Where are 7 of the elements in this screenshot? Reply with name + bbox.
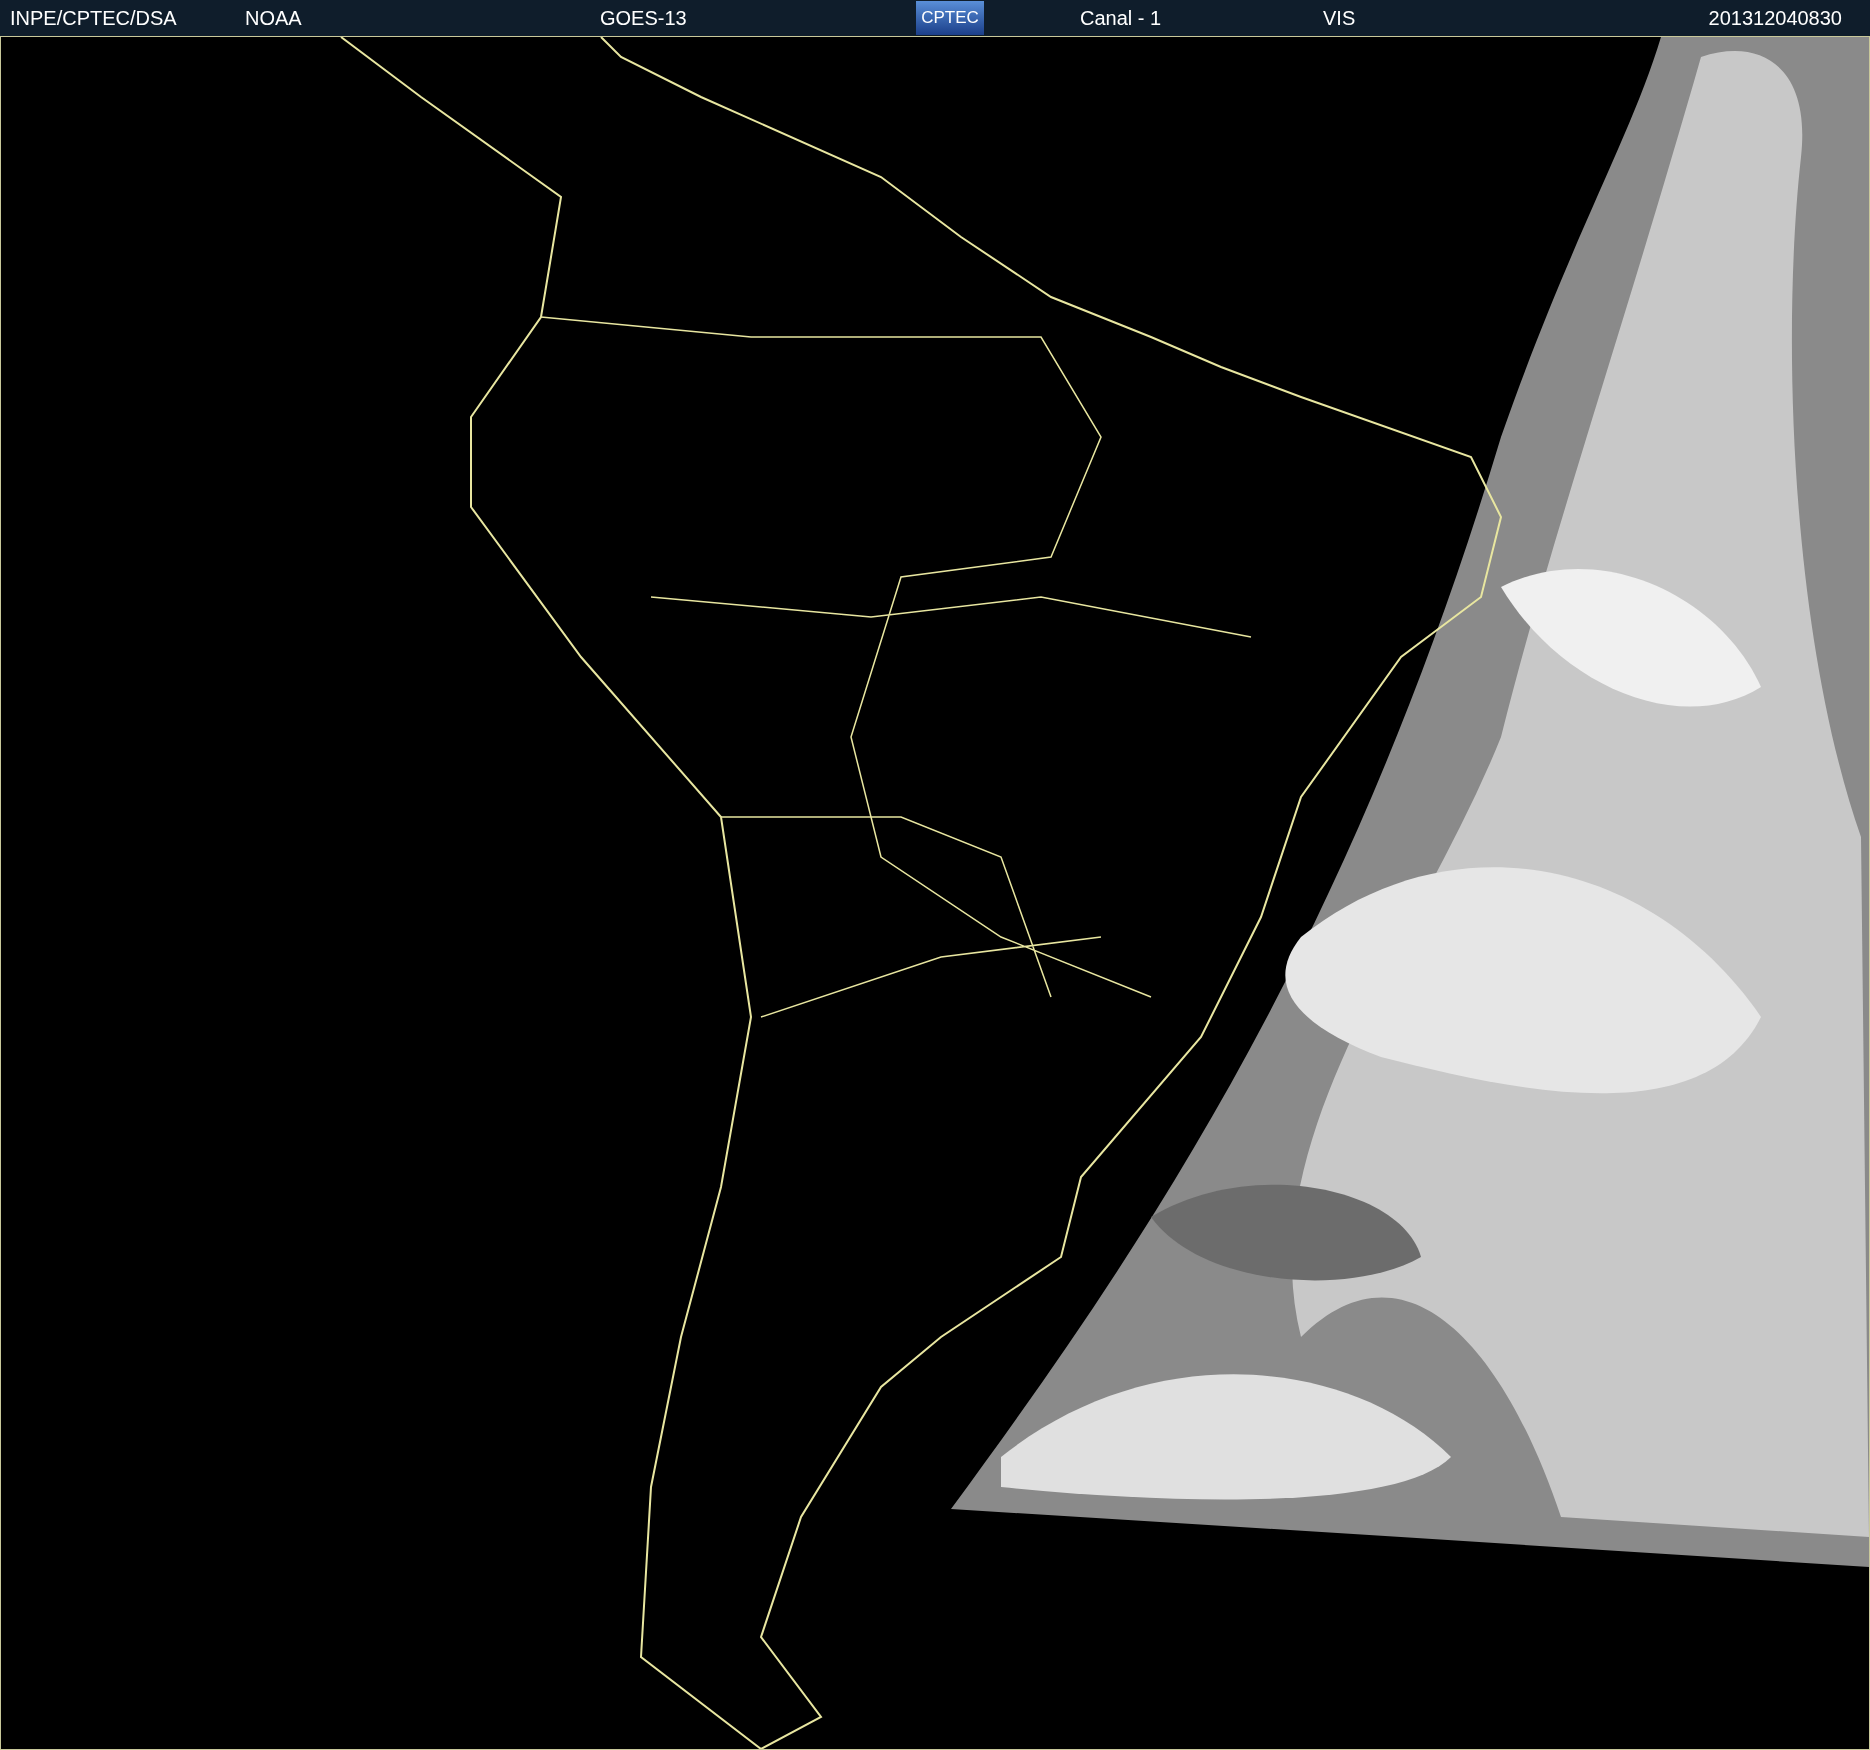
band-label: VIS (1323, 6, 1357, 31)
channel-label: Canal - 1 (1080, 6, 1163, 31)
source-label: INPE/CPTEC/DSA (10, 6, 178, 31)
satellite-label: GOES-13 (600, 6, 688, 31)
agency-label: NOAA (245, 6, 303, 31)
timestamp-label: 201312040830 (1708, 6, 1842, 31)
logo: CPTEC (916, 1, 984, 35)
